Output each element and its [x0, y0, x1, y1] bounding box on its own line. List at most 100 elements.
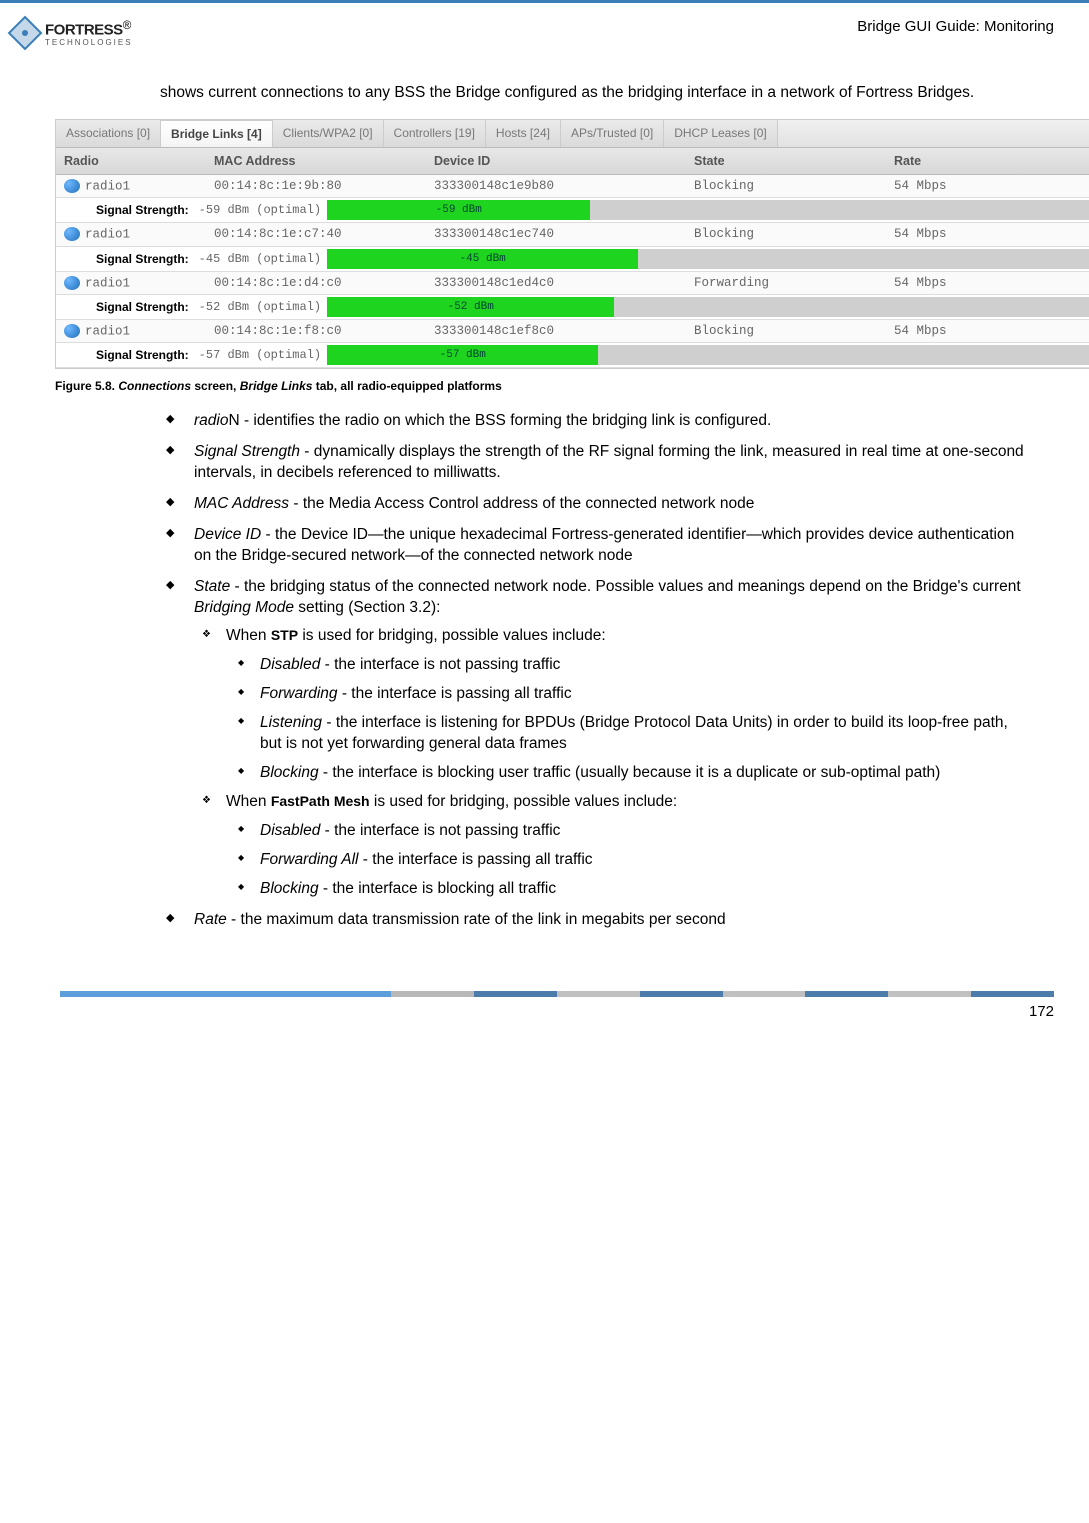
cell-device: 333300148c1ed4c0	[426, 272, 686, 294]
th-mac: MAC Address	[206, 148, 426, 174]
tab-associations[interactable]: Associations [0]	[56, 120, 161, 147]
desc: - the interface is blocking user traffic…	[319, 764, 941, 781]
term-bold: FastPath Mesh	[271, 793, 370, 809]
desc: - the Device ID—the unique hexadecimal F…	[194, 526, 1014, 564]
list-item: Disabled - the interface is not passing …	[260, 655, 1029, 676]
connections-screenshot: Associations [0] Bridge Links [4] Client…	[55, 119, 1089, 369]
term: Forwarding	[260, 685, 338, 702]
cell-radio: radio1	[85, 276, 130, 290]
term: Signal Strength	[194, 443, 300, 460]
cell-rate: 54 Mbps	[886, 320, 1089, 342]
th-state: State	[686, 148, 886, 174]
radio-icon	[64, 227, 80, 241]
brand-logo: FORTRESS® TECHNOLOGIES	[0, 13, 133, 53]
bullet-list: radioN - identifies the radio on which t…	[160, 411, 1029, 931]
list-item: Device ID - the Device ID—the unique hex…	[188, 525, 1029, 567]
signal-bar-track: -52 dBm	[327, 297, 1089, 317]
cell-state: Blocking	[686, 320, 886, 342]
list-item: radioN - identifies the radio on which t…	[188, 411, 1029, 432]
desc: - the bridging status of the connected n…	[230, 578, 1021, 595]
cell-mac: 00:14:8c:1e:f8:c0	[206, 320, 426, 342]
figcap-mid: screen,	[191, 379, 240, 393]
term: Disabled	[260, 822, 320, 839]
list-item: When STP is used for bridging, possible …	[226, 626, 1029, 784]
signal-bar: -45 dBm	[327, 249, 638, 269]
radio-icon	[64, 324, 80, 338]
page-footer: 172	[0, 961, 1089, 1040]
cell-rate: 54 Mbps	[886, 175, 1089, 197]
desc: - the Media Access Control address of th…	[289, 495, 754, 512]
signal-bar-track: -57 dBm	[327, 345, 1089, 365]
th-radio: Radio	[56, 148, 206, 174]
signal-row: Signal Strength: -57 dBm (optimal) -57 d…	[56, 343, 1089, 368]
list-item: Signal Strength - dynamically displays t…	[188, 442, 1029, 484]
tab-aps[interactable]: APs/Trusted [0]	[561, 120, 664, 147]
term: Listening	[260, 714, 322, 731]
signal-label: Signal Strength:	[56, 345, 193, 365]
radio-icon	[64, 276, 80, 290]
figure-caption: Figure 5.8. Connections screen, Bridge L…	[55, 379, 1029, 393]
brand-sub: TECHNOLOGIES	[45, 38, 133, 47]
cell-state: Blocking	[686, 175, 886, 197]
table-row: radio1 00:14:8c:1e:f8:c0 333300148c1ef8c…	[56, 320, 1089, 343]
table-row: radio1 00:14:8c:1e:c7:40 333300148c1ec74…	[56, 223, 1089, 246]
signal-label: Signal Strength:	[56, 200, 193, 220]
signal-bar-track: -45 dBm	[327, 249, 1089, 269]
desc: - the interface is not passing traffic	[320, 822, 560, 839]
cell-mac: 00:14:8c:1e:9b:80	[206, 175, 426, 197]
term-bold: STP	[271, 627, 298, 643]
desc: - the maximum data transmission rate of …	[227, 911, 726, 928]
table-row: radio1 00:14:8c:1e:9b:80 333300148c1e9b8…	[56, 175, 1089, 198]
signal-bar: -59 dBm	[327, 200, 590, 220]
tab-bridge-links[interactable]: Bridge Links [4]	[161, 120, 273, 147]
th-device: Device ID	[426, 148, 686, 174]
term: Forwarding All	[260, 851, 359, 868]
brand-main: FORTRESS	[45, 21, 123, 38]
figcap-prefix: Figure 5.8.	[55, 379, 118, 393]
signal-row: Signal Strength: -59 dBm (optimal) -59 d…	[56, 198, 1089, 223]
desc: - the interface is passing all traffic	[359, 851, 593, 868]
footer-decor	[60, 991, 1054, 997]
signal-label: Signal Strength:	[56, 249, 193, 269]
cell-mac: 00:14:8c:1e:d4:c0	[206, 272, 426, 294]
list-item: Blocking - the interface is blocking use…	[260, 763, 1029, 784]
tab-dhcp[interactable]: DHCP Leases [0]	[664, 120, 778, 147]
tab-bar: Associations [0] Bridge Links [4] Client…	[56, 120, 1089, 148]
list-item: Rate - the maximum data transmission rat…	[188, 910, 1029, 931]
term: MAC Address	[194, 495, 289, 512]
page-title: Bridge GUI Guide: Monitoring	[857, 18, 1054, 35]
signal-text: -57 dBm (optimal)	[193, 345, 327, 365]
desc: - dynamically displays the strength of t…	[194, 443, 1024, 481]
figcap-suffix: tab, all radio-equipped platforms	[312, 379, 501, 393]
figcap-em2: Bridge Links	[240, 379, 313, 393]
term: radio	[194, 412, 228, 429]
tab-clients[interactable]: Clients/WPA2 [0]	[273, 120, 384, 147]
desc: - the interface is listening for BPDUs (…	[260, 714, 1008, 752]
desc: When	[226, 793, 271, 810]
signal-bar-track: -59 dBm	[327, 200, 1089, 220]
list-item: Listening - the interface is listening f…	[260, 713, 1029, 755]
desc: is used for bridging, possible values in…	[370, 793, 678, 810]
signal-text: -52 dBm (optimal)	[193, 297, 327, 317]
signal-row: Signal Strength: -45 dBm (optimal) -45 d…	[56, 247, 1089, 272]
term: Disabled	[260, 656, 320, 673]
brand-reg: ®	[123, 19, 132, 32]
tab-hosts[interactable]: Hosts [24]	[486, 120, 561, 147]
cell-mac: 00:14:8c:1e:c7:40	[206, 223, 426, 245]
radio-icon	[64, 179, 80, 193]
desc: - the interface is blocking all traffic	[319, 880, 557, 897]
term: Device ID	[194, 526, 261, 543]
cell-radio: radio1	[85, 228, 130, 242]
cell-device: 333300148c1ef8c0	[426, 320, 686, 342]
signal-row: Signal Strength: -52 dBm (optimal) -52 d…	[56, 295, 1089, 320]
desc: - the interface is passing all traffic	[338, 685, 572, 702]
tab-controllers[interactable]: Controllers [19]	[384, 120, 486, 147]
term: State	[194, 578, 230, 595]
desc: is used for bridging, possible values in…	[298, 627, 606, 644]
desc: setting (Section 3.2):	[294, 599, 440, 616]
term-inline: Bridging Mode	[194, 599, 294, 616]
th-rate: Rate	[886, 148, 1089, 174]
cell-state: Blocking	[686, 223, 886, 245]
signal-text: -45 dBm (optimal)	[193, 249, 327, 269]
signal-bar: -52 dBm	[327, 297, 614, 317]
